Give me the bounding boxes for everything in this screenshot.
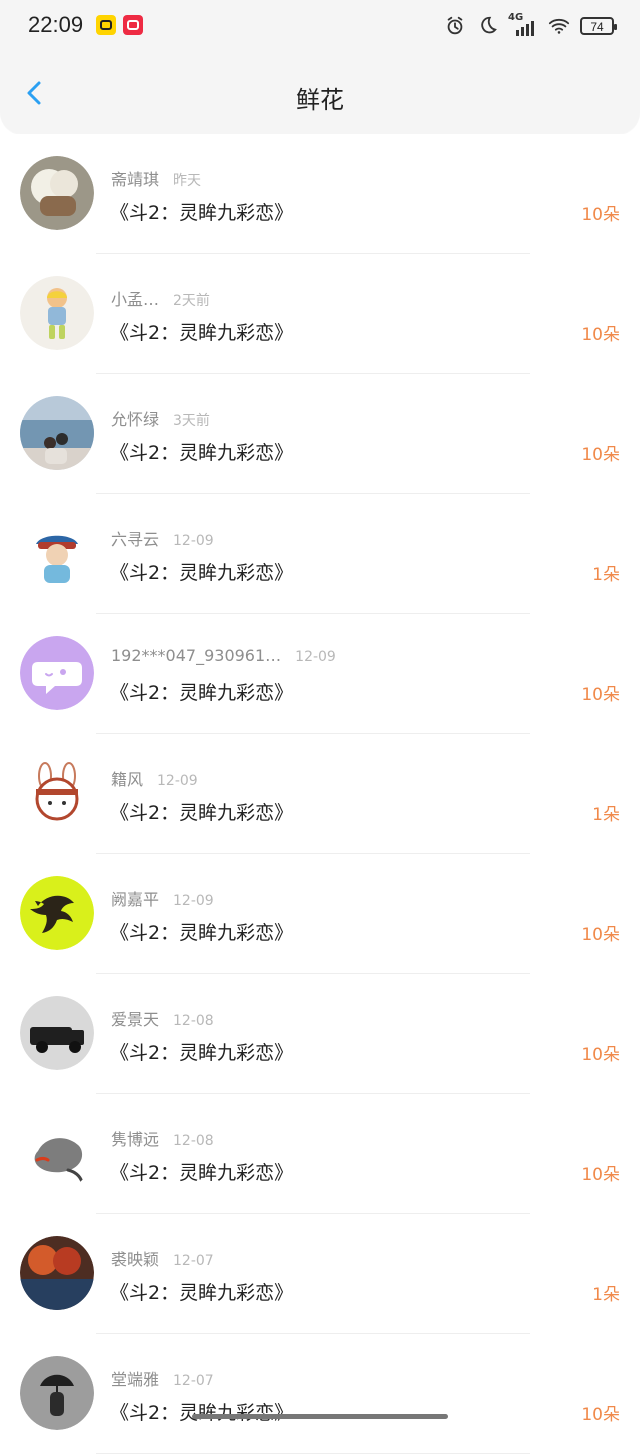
book-title: 《斗2：灵眸九彩恋》: [110, 802, 294, 824]
item-meta: 斋靖琪 昨天: [111, 166, 201, 190]
top-bar: 鲜花: [0, 52, 640, 134]
list-item[interactable]: 阙嘉平 12-09 《斗2：灵眸九彩恋》 10朵: [0, 854, 640, 974]
battery-level: 74: [590, 20, 604, 34]
timestamp: 12-07: [173, 1253, 214, 1269]
flower-count: 10朵: [581, 325, 620, 345]
username: 堂端雅: [111, 1370, 160, 1389]
avatar[interactable]: [20, 636, 94, 710]
list-item[interactable]: 小孟… 2天前《斗2：灵眸九彩恋》 10朵: [0, 254, 640, 374]
flower-list: 斋靖琪 昨天 《斗2：灵眸九彩恋》 10朵 小孟… 2天前 《斗2：灵眸九彩恋》 10朵 允怀绿…: [0, 134, 640, 1454]
yellow-app-icon: [96, 15, 116, 35]
list-item[interactable]: 斋靖琪 昨天《斗2：灵眸九彩恋》 10朵: [0, 134, 640, 254]
status-bar: 22:09 4G 74: [0, 0, 640, 52]
flower-count: 10朵: [581, 1405, 620, 1425]
avatar[interactable]: [20, 516, 94, 590]
book-title: 《斗2：灵眸九彩恋》: [110, 322, 294, 344]
timestamp: 12-09: [173, 533, 214, 549]
item-meta: 允怀绿 3天前: [111, 406, 210, 430]
flower-count: 10朵: [581, 1165, 620, 1185]
timestamp: 12-08: [173, 1133, 214, 1149]
item-meta: 隽博远 12-08: [111, 1126, 214, 1150]
list-item[interactable]: 六寻云 12-09 《斗2：灵眸九彩恋》 1朵: [0, 494, 640, 614]
book-title: 《斗2：灵眸九彩恋》: [110, 1162, 294, 1184]
timestamp: 12-08: [173, 1013, 214, 1029]
flower-count: 10朵: [581, 445, 620, 465]
username: 裘映颖: [111, 1250, 160, 1269]
book-title: 《斗2：灵眸九彩恋》: [110, 1042, 294, 1064]
book-title: 《斗2：灵眸九彩恋》: [110, 922, 294, 944]
list-item[interactable]: 堂端雅 12-07 《斗2：灵眸九彩恋》 10朵: [0, 1334, 640, 1454]
avatar[interactable]: [20, 996, 94, 1070]
book-title: 《斗2：灵眸九彩恋》: [110, 682, 294, 704]
username: 隽博远: [111, 1130, 160, 1149]
list-item[interactable]: 爱景天 12-08 《斗2：灵眸九彩恋》 10朵: [0, 974, 640, 1094]
avatar[interactable]: [20, 1356, 94, 1430]
page-title: 鲜花: [296, 86, 344, 114]
list-item[interactable]: 裘映颖 12-07 《斗2：灵眸九彩恋》 1朵: [0, 1214, 640, 1334]
flower-count: 10朵: [581, 1045, 620, 1065]
timestamp: 12-07: [173, 1373, 214, 1389]
wifi-icon: [548, 18, 570, 34]
username: 籍风: [111, 770, 144, 789]
item-meta: 阙嘉平 12-09: [111, 886, 214, 910]
list-item[interactable]: 籍风 12-09 《斗2：灵眸九彩恋》 1朵: [0, 734, 640, 854]
status-icons: 4G 74: [444, 12, 617, 40]
username: 阙嘉平: [111, 890, 160, 909]
avatar[interactable]: [20, 396, 94, 470]
book-title: 《斗2：灵眸九彩恋》: [110, 562, 294, 584]
list-item[interactable]: 192***047_930961… 12-09 《斗2：灵眸九彩恋》 10朵: [0, 614, 640, 734]
avatar[interactable]: [20, 156, 94, 230]
timestamp: 12-09: [157, 773, 198, 789]
home-indicator[interactable]: [192, 1414, 448, 1419]
flower-count: 1朵: [592, 805, 620, 825]
username: 六寻云: [111, 530, 160, 549]
item-meta: 裘映颖 12-07: [111, 1246, 214, 1270]
red-app-icon: [123, 15, 143, 35]
book-title: 《斗2：灵眸九彩恋》: [110, 442, 294, 464]
status-time: 22:09: [28, 12, 84, 37]
username: 斋靖琪: [111, 170, 160, 189]
item-meta: 六寻云 12-09: [111, 526, 214, 550]
list-item[interactable]: 隽博远 12-08 《斗2：灵眸九彩恋》 10朵: [0, 1094, 640, 1214]
flower-count: 10朵: [581, 205, 620, 225]
avatar[interactable]: [20, 1236, 94, 1310]
timestamp: 3天前: [173, 413, 210, 429]
item-meta: 小孟… 2天前: [111, 286, 210, 310]
avatar[interactable]: [20, 1116, 94, 1190]
book-title: 《斗2：灵眸九彩恋》: [110, 202, 294, 224]
avatar[interactable]: [20, 276, 94, 350]
avatar[interactable]: [20, 876, 94, 950]
item-meta: 籍风 12-09: [111, 766, 198, 790]
timestamp: 12-09: [295, 649, 336, 665]
timestamp: 2天前: [173, 293, 210, 309]
username: 小孟…: [111, 290, 160, 309]
flower-count: 10朵: [581, 685, 620, 705]
timestamp: 12-09: [173, 893, 214, 909]
book-title: 《斗2：灵眸九彩恋》: [110, 1282, 294, 1304]
list-item[interactable]: 允怀绿 3天前《斗2：灵眸九彩恋》 10朵: [0, 374, 640, 494]
item-meta: 192***047_930961… 12-09: [111, 646, 336, 665]
moon-icon: [481, 16, 497, 34]
avatar[interactable]: [20, 756, 94, 830]
book-title: 《斗2：灵眸九彩恋》: [110, 1402, 294, 1424]
username: 允怀绿: [111, 410, 160, 429]
item-meta: 堂端雅 12-07: [111, 1366, 214, 1390]
timestamp: 昨天: [173, 173, 202, 189]
battery-icon: 74: [580, 17, 617, 35]
flower-count: 1朵: [592, 565, 620, 585]
username: 爱景天: [111, 1010, 160, 1029]
item-meta: 爱景天 12-08: [111, 1006, 214, 1030]
signal-icon: 4G: [508, 12, 538, 38]
flower-count: 10朵: [581, 925, 620, 945]
alarm-icon: [447, 16, 463, 35]
flower-count: 1朵: [592, 1285, 620, 1305]
username: 192***047_930961…: [111, 646, 282, 665]
